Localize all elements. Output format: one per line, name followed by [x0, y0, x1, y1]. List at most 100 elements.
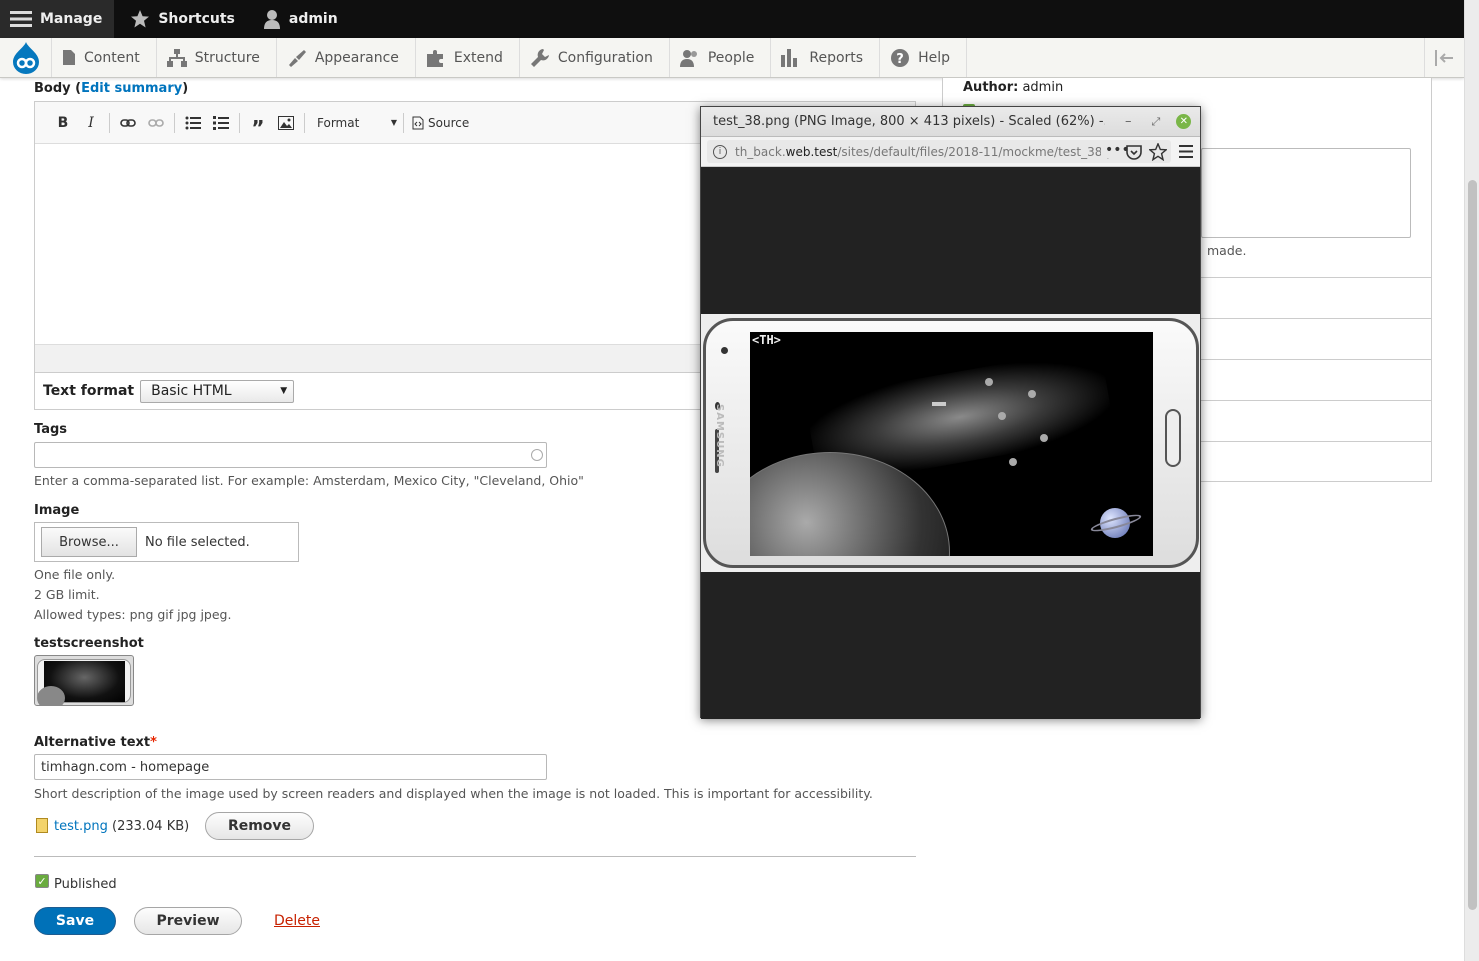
- source-button[interactable]: Source: [408, 116, 473, 130]
- close-icon[interactable]: ✕: [1176, 114, 1192, 129]
- asteroid: [985, 378, 993, 386]
- menu-help[interactable]: ? Help: [880, 38, 967, 77]
- image-icon: [278, 115, 294, 130]
- text-format-label: Text format: [43, 383, 135, 399]
- image-viewer: SAMSUNG <TH>: [701, 167, 1200, 719]
- menu-extend[interactable]: Extend: [416, 38, 520, 77]
- bookmark-star-icon[interactable]: [1149, 143, 1167, 161]
- source-label: Source: [428, 115, 470, 130]
- revision-log-textarea[interactable]: [1201, 148, 1411, 238]
- save-button[interactable]: Save: [34, 907, 116, 935]
- link-icon: [120, 118, 136, 127]
- image-help-3: Allowed types: png gif jpg jpeg.: [34, 607, 232, 622]
- help-icon: ?: [891, 48, 910, 67]
- image-file-input[interactable]: Browse... No file selected.: [34, 522, 299, 562]
- menu-people[interactable]: People: [670, 38, 772, 77]
- popup-url-bar: i th_back.web.test/sites/default/files/2…: [701, 137, 1200, 167]
- admin-menu-tray: Content Structure Appearance Extend Conf…: [0, 38, 1464, 78]
- image-button[interactable]: [272, 109, 300, 137]
- menu-appearance-label: Appearance: [314, 49, 399, 66]
- popup-title-bar: test_38.png (PNG Image, 800 × 413 pixels…: [701, 107, 1200, 137]
- asteroid: [998, 412, 1006, 420]
- italic-icon: I: [88, 114, 94, 131]
- page-scrollbar[interactable]: [1464, 0, 1479, 961]
- file-size: (233.04 KB): [112, 819, 190, 834]
- text-format-select[interactable]: Basic HTML ▼: [140, 379, 295, 403]
- drupal-drop-icon: [12, 41, 39, 74]
- unlink-button[interactable]: [142, 109, 170, 137]
- toolbar-separator: [239, 112, 240, 133]
- menu-structure[interactable]: Structure: [157, 38, 277, 77]
- url-path: /sites/default/files/2018-11/mockme/test…: [837, 144, 1114, 159]
- menu-reports[interactable]: Reports: [771, 38, 881, 77]
- scrollbar-thumb[interactable]: [1468, 180, 1477, 910]
- structure-icon: [166, 48, 187, 67]
- body-label: Body: [34, 81, 71, 96]
- phone-camera: [721, 347, 728, 354]
- preview-label: Preview: [156, 913, 220, 929]
- preview-button[interactable]: Preview: [134, 907, 242, 935]
- menu-content[interactable]: Content: [52, 38, 157, 77]
- numbered-list-button[interactable]: [207, 109, 235, 137]
- numbered-list-icon: [213, 115, 229, 130]
- image-help-1: One file only.: [34, 567, 116, 582]
- unlink-icon: [148, 118, 164, 127]
- delete-link[interactable]: Delete: [274, 913, 320, 929]
- image-popup-window: test_38.png (PNG Image, 800 × 413 pixels…: [700, 106, 1201, 719]
- user-tab[interactable]: admin: [253, 0, 350, 38]
- page-icon: [63, 50, 75, 65]
- pocket-icon[interactable]: [1126, 144, 1142, 160]
- format-dropdown[interactable]: Format ▼: [309, 109, 399, 137]
- maximize-icon[interactable]: ⤢: [1152, 115, 1161, 129]
- menu-people-label: People: [707, 49, 755, 66]
- menu-reports-label: Reports: [809, 49, 864, 66]
- user-icon: [263, 10, 280, 29]
- author-value: admin: [1022, 80, 1064, 95]
- manage-tab[interactable]: Manage: [0, 0, 115, 38]
- asteroid: [1009, 458, 1017, 466]
- popup-title: test_38.png (PNG Image, 800 × 413 pixels…: [713, 114, 1105, 129]
- people-icon: [679, 49, 697, 67]
- author-info: Author: admin: [963, 80, 1063, 95]
- phone-brand: SAMSUNG: [714, 404, 725, 468]
- minimize-icon[interactable]: –: [1125, 114, 1132, 129]
- browse-button[interactable]: Browse...: [41, 527, 137, 557]
- wrench-icon: [530, 48, 549, 67]
- displayed-image[interactable]: SAMSUNG <TH>: [701, 314, 1200, 572]
- bold-button[interactable]: B: [49, 109, 77, 137]
- svg-text:?: ?: [896, 52, 904, 67]
- manage-label: Manage: [40, 11, 103, 27]
- author-label: Author:: [963, 80, 1019, 95]
- file-link[interactable]: test.png: [54, 819, 108, 834]
- blockquote-button[interactable]: ”: [244, 109, 272, 138]
- bulleted-list-icon: [185, 116, 201, 129]
- select-arrow-icon: ▼: [280, 385, 288, 396]
- menu-icon[interactable]: [1179, 145, 1193, 158]
- link-button[interactable]: [114, 109, 142, 137]
- alt-text-input[interactable]: [34, 754, 547, 780]
- remove-label: Remove: [227, 818, 292, 834]
- remove-button[interactable]: Remove: [205, 812, 314, 840]
- menu-configuration[interactable]: Configuration: [520, 38, 670, 77]
- bar-chart-icon: [781, 48, 798, 67]
- italic-button[interactable]: I: [77, 109, 105, 137]
- text-format-value: Basic HTML: [151, 383, 232, 399]
- star-icon: [131, 10, 150, 28]
- edit-summary-link[interactable]: Edit summary: [81, 81, 182, 96]
- thumb-globe: [37, 686, 65, 705]
- menu-content-label: Content: [84, 49, 140, 66]
- tags-input[interactable]: [34, 442, 547, 468]
- image-thumbnail[interactable]: [34, 655, 134, 706]
- alt-description: Short description of the image used by s…: [34, 786, 873, 801]
- drupal-logo[interactable]: [0, 38, 52, 77]
- menu-appearance[interactable]: Appearance: [277, 38, 416, 77]
- menu-configuration-label: Configuration: [557, 49, 653, 66]
- menu-extend-label: Extend: [453, 49, 503, 66]
- source-icon: [412, 116, 424, 129]
- bulleted-list-button[interactable]: [179, 109, 207, 137]
- shortcuts-tab[interactable]: Shortcuts: [120, 0, 247, 38]
- published-checkbox[interactable]: ✓: [35, 874, 49, 888]
- toggle-orientation-button[interactable]: [1424, 38, 1464, 77]
- revision-help-text: made.: [1207, 243, 1247, 258]
- bold-icon: B: [57, 114, 69, 131]
